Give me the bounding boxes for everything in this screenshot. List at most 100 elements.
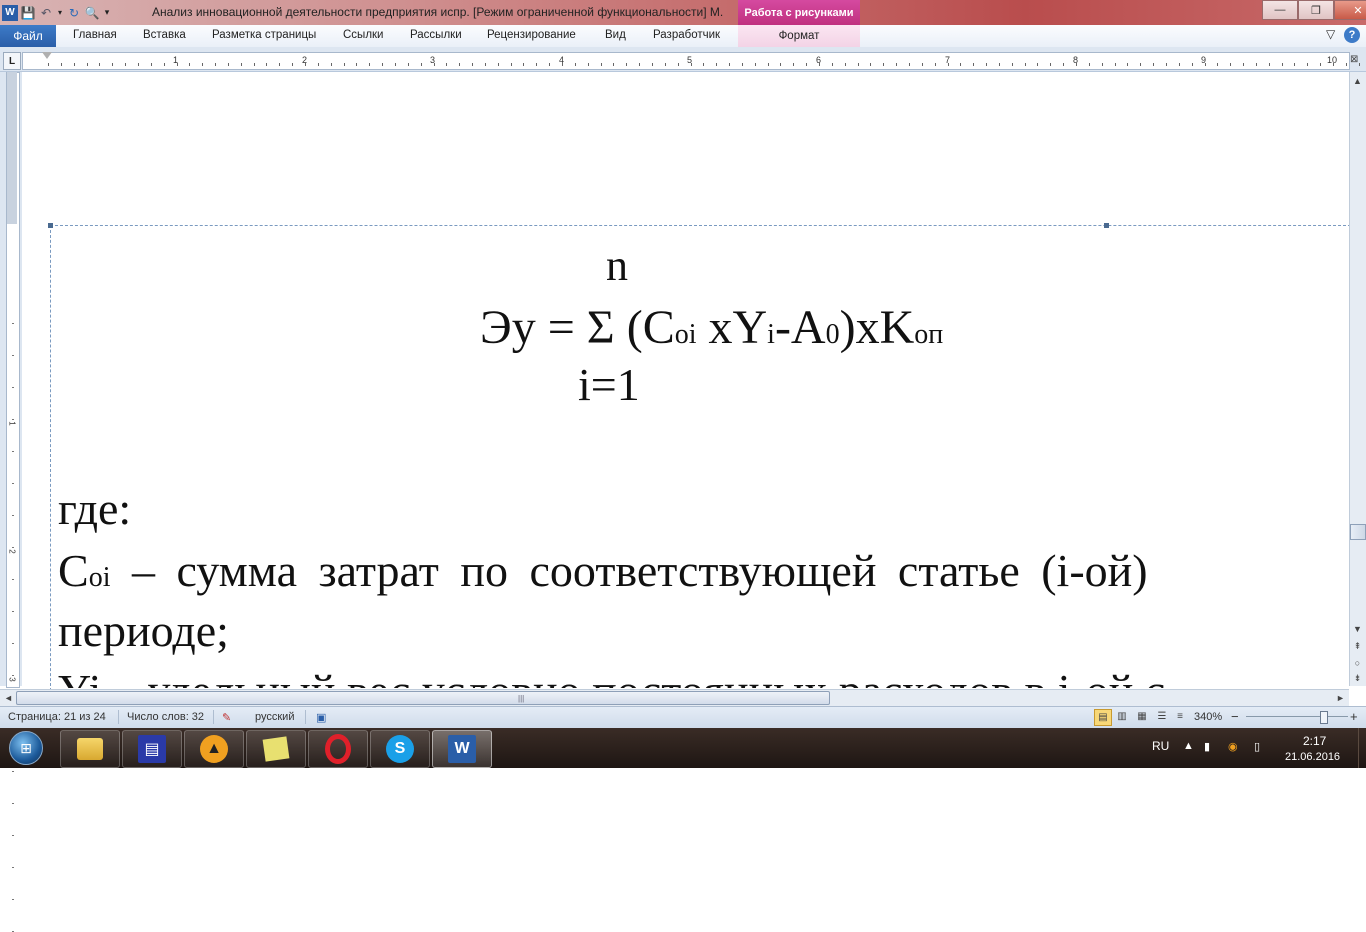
word-app-icon[interactable]: W bbox=[2, 4, 18, 21]
definition-line-3: Yi – удельный вес условно постоянных рас… bbox=[58, 664, 1165, 688]
clock-date[interactable]: 21.06.2016 bbox=[1285, 751, 1340, 763]
show-desktop-button[interactable] bbox=[1358, 728, 1366, 768]
formula-sub-0: 0 bbox=[825, 319, 840, 350]
clock-time[interactable]: 2:17 bbox=[1303, 734, 1326, 748]
zoom-slider-track[interactable] bbox=[1246, 716, 1348, 717]
tab-selector-button[interactable]: L bbox=[3, 52, 21, 70]
aimp-tray-icon[interactable]: ◉ bbox=[1228, 740, 1238, 753]
ruler-tick bbox=[407, 63, 409, 66]
status-separator bbox=[305, 710, 306, 724]
taskbar-opera[interactable] bbox=[308, 730, 368, 768]
ruler-tick bbox=[1153, 63, 1155, 66]
scroll-right-button[interactable]: ► bbox=[1334, 691, 1347, 704]
scroll-left-button[interactable]: ◄ bbox=[2, 691, 15, 704]
battery-icon[interactable]: ▯ bbox=[1254, 740, 1260, 753]
ruler-tick bbox=[150, 63, 152, 66]
taskbar-save-app[interactable]: ▤ bbox=[122, 730, 182, 768]
previous-page-button[interactable]: ⇞ bbox=[1351, 640, 1364, 653]
skype-icon: S bbox=[386, 735, 414, 763]
input-language[interactable]: RU bbox=[1152, 739, 1169, 753]
formula-equals: = bbox=[547, 301, 575, 354]
undo-icon[interactable]: ↶ bbox=[38, 5, 54, 21]
zoom-level[interactable]: 340% bbox=[1194, 711, 1222, 723]
view-ruler-icon[interactable]: ⊠ bbox=[1350, 54, 1358, 65]
tab-insert[interactable]: Вставка bbox=[143, 29, 186, 41]
tab-view[interactable]: Вид bbox=[605, 29, 626, 41]
definition-line-2: периоде; bbox=[58, 605, 229, 656]
sum-upper-limit: n bbox=[606, 241, 628, 290]
print-layout-view-icon[interactable]: ▤ bbox=[1094, 709, 1112, 726]
resize-handle[interactable] bbox=[1104, 223, 1109, 228]
macro-record-icon[interactable]: ▣ bbox=[316, 711, 326, 724]
ruler-tick bbox=[587, 63, 589, 66]
help-icon[interactable]: ? bbox=[1344, 27, 1360, 43]
taskbar-skype[interactable]: S bbox=[370, 730, 430, 768]
word-count[interactable]: Число слов: 32 bbox=[127, 711, 204, 723]
scroll-down-button[interactable]: ▼ bbox=[1351, 622, 1364, 635]
select-browse-object-button[interactable]: ○ bbox=[1351, 656, 1364, 669]
horizontal-scroll-thumb[interactable] bbox=[16, 691, 830, 705]
full-screen-reading-view-icon[interactable]: ▥ bbox=[1114, 709, 1130, 724]
vertical-scrollbar[interactable] bbox=[1349, 72, 1366, 686]
tab-home[interactable]: Главная bbox=[73, 29, 117, 41]
start-button[interactable]: ⊞ bbox=[4, 730, 48, 766]
zoom-out-button[interactable]: − bbox=[1231, 709, 1239, 724]
ruler-tick bbox=[523, 63, 525, 66]
draft-view-icon[interactable]: ≡ bbox=[1172, 709, 1188, 724]
ruler-number: 10 bbox=[1327, 55, 1338, 65]
web-layout-view-icon[interactable]: ▦ bbox=[1134, 709, 1150, 724]
page-counter[interactable]: Страница: 21 из 24 bbox=[8, 711, 106, 723]
network-signal-icon[interactable]: ▮ bbox=[1204, 740, 1210, 753]
tab-format[interactable]: Формат bbox=[738, 25, 860, 47]
redo-icon[interactable]: ↻ bbox=[66, 5, 82, 21]
language-indicator[interactable]: русский bbox=[255, 711, 294, 723]
ruler-tick bbox=[317, 63, 319, 66]
next-page-button[interactable]: ⇟ bbox=[1351, 672, 1364, 685]
indent-marker[interactable] bbox=[42, 52, 52, 59]
spelling-check-icon[interactable]: ✎ bbox=[222, 711, 231, 724]
undo-dropdown-icon[interactable]: ▾ bbox=[56, 5, 64, 21]
ruler-tick bbox=[12, 515, 14, 516]
ruler-tick bbox=[510, 63, 512, 66]
ruler-number: 1 bbox=[7, 421, 17, 426]
save-icon[interactable]: 💾 bbox=[20, 5, 36, 21]
selected-picture-frame[interactable] bbox=[48, 223, 1351, 696]
print-preview-icon[interactable]: 🔍 bbox=[84, 5, 100, 21]
tab-references[interactable]: Ссылки bbox=[343, 29, 384, 41]
tab-mailings[interactable]: Рассылки bbox=[410, 29, 462, 41]
ruler-tick bbox=[12, 419, 14, 420]
outline-view-icon[interactable]: ☰ bbox=[1154, 709, 1170, 724]
ruler-tick bbox=[497, 63, 499, 66]
taskbar-notes[interactable] bbox=[246, 730, 306, 768]
scroll-up-button[interactable]: ▲ bbox=[1351, 74, 1364, 87]
zoom-slider-thumb[interactable] bbox=[1320, 711, 1328, 724]
tab-review[interactable]: Рецензирование bbox=[487, 29, 576, 41]
ruler-tick bbox=[266, 63, 268, 66]
ruler-tick bbox=[690, 63, 692, 66]
where-label: где: bbox=[58, 483, 132, 534]
customize-qat-icon[interactable]: ▾ bbox=[102, 5, 112, 21]
ruler-tick bbox=[754, 63, 756, 66]
horizontal-ruler[interactable]: 1 2 3 4 5 6 7 8 9 10 bbox=[22, 52, 1360, 70]
zoom-in-button[interactable]: + bbox=[1350, 709, 1358, 724]
minimize-button[interactable]: — bbox=[1262, 0, 1298, 20]
tray-overflow-icon[interactable]: ▲ bbox=[1183, 740, 1194, 752]
tab-page-layout[interactable]: Разметка страницы bbox=[212, 29, 316, 41]
ruler-tick bbox=[883, 63, 885, 66]
resize-handle[interactable] bbox=[48, 223, 53, 228]
ruler-tick bbox=[1191, 63, 1193, 66]
vertical-scroll-thumb[interactable] bbox=[1350, 524, 1366, 540]
taskbar-explorer[interactable] bbox=[60, 730, 120, 768]
ruler-tick bbox=[12, 611, 14, 612]
tab-file[interactable]: Файл bbox=[0, 25, 56, 47]
maximize-button[interactable]: ❐ bbox=[1298, 0, 1334, 20]
taskbar-word[interactable]: W bbox=[432, 730, 492, 768]
ruler-tick bbox=[484, 63, 486, 66]
minimize-ribbon-icon[interactable]: ▽ bbox=[1326, 27, 1335, 41]
ruler-tick bbox=[986, 63, 988, 66]
close-button[interactable]: ✕ bbox=[1334, 0, 1366, 20]
ruler-tick bbox=[227, 63, 229, 66]
ruler-tick bbox=[12, 579, 14, 580]
taskbar-aimp[interactable]: ▲ bbox=[184, 730, 244, 768]
tab-developer[interactable]: Разработчик bbox=[653, 29, 720, 41]
